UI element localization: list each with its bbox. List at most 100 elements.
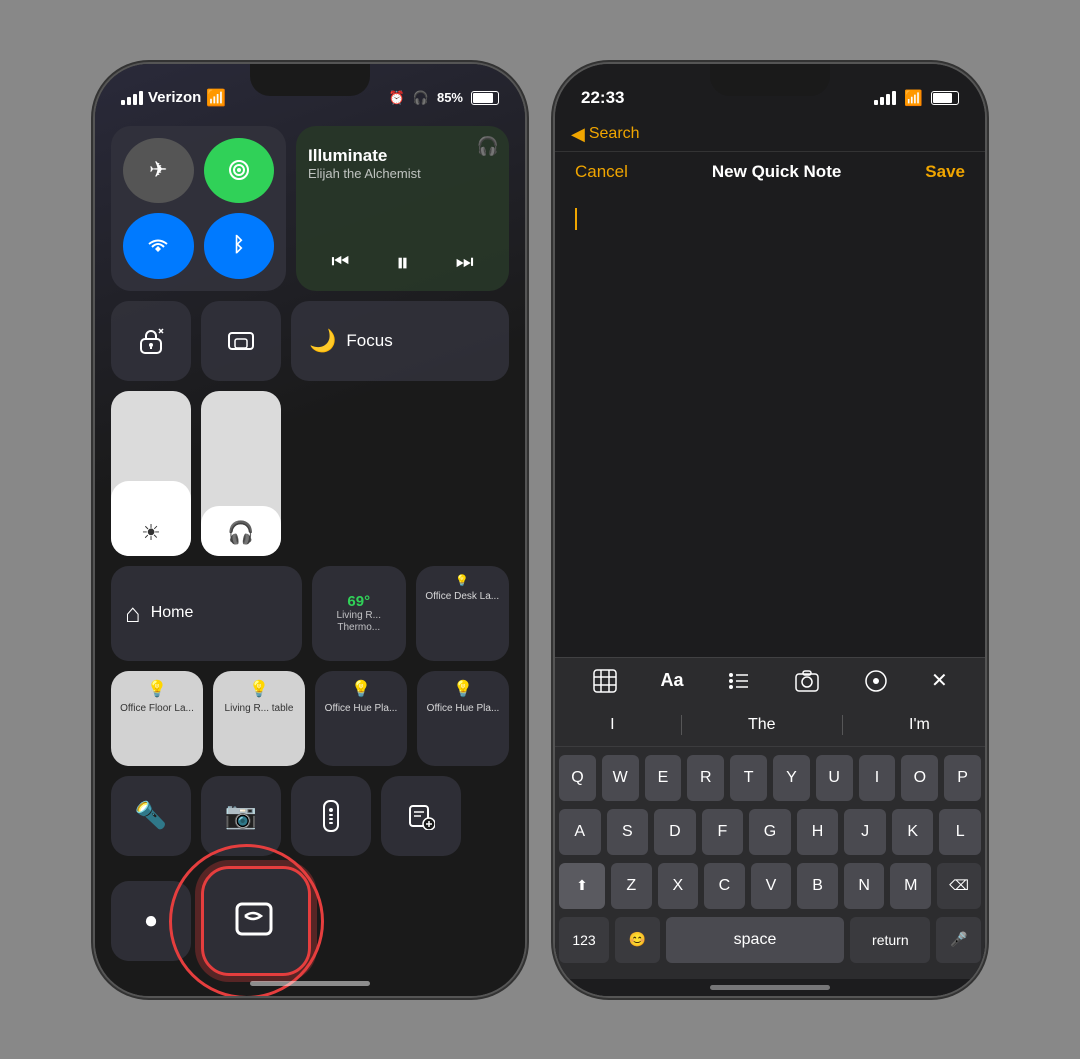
playback-controls: ⏮ ⏸ ⏭ bbox=[308, 247, 497, 279]
carrier-label: Verizon bbox=[148, 89, 201, 106]
bulb-icon-4: 💡 bbox=[453, 679, 473, 699]
key-x[interactable]: X bbox=[658, 863, 699, 909]
key-p[interactable]: P bbox=[944, 755, 981, 801]
key-n[interactable]: N bbox=[844, 863, 885, 909]
remote-button[interactable] bbox=[291, 776, 371, 856]
battery-icon bbox=[471, 91, 499, 105]
delete-key[interactable]: ⌫ bbox=[937, 863, 981, 909]
bluetooth-button[interactable]: ᛒ bbox=[204, 213, 275, 279]
cellular-icon bbox=[227, 158, 251, 182]
signal-icon-2 bbox=[874, 91, 896, 105]
camera-button[interactable]: 📷 bbox=[201, 776, 281, 856]
row-home-tiles: ⌂ Home 69° Living R... Thermo... 💡 Offic… bbox=[111, 566, 509, 661]
key-l[interactable]: L bbox=[939, 809, 981, 855]
next-button[interactable]: ⏭ bbox=[456, 251, 474, 274]
return-key[interactable]: return bbox=[850, 917, 930, 963]
row-lock-mirror-focus: 🌙 Focus bbox=[111, 301, 509, 381]
key-a[interactable]: A bbox=[559, 809, 601, 855]
notes-button[interactable] bbox=[381, 776, 461, 856]
play-pause-button[interactable]: ⏸ bbox=[396, 247, 409, 279]
camera-icon bbox=[794, 668, 820, 694]
wifi-button[interactable] bbox=[123, 213, 194, 279]
key-q[interactable]: Q bbox=[559, 755, 596, 801]
living-room-table-tile[interactable]: 💡 Living R... table bbox=[213, 671, 305, 766]
key-g[interactable]: G bbox=[749, 809, 791, 855]
suggestion-i[interactable]: I bbox=[598, 712, 626, 738]
key-e[interactable]: E bbox=[645, 755, 682, 801]
space-key[interactable]: space bbox=[666, 917, 845, 963]
key-u[interactable]: U bbox=[816, 755, 853, 801]
quick-note-button[interactable] bbox=[201, 866, 311, 976]
table-format-button[interactable] bbox=[592, 668, 618, 694]
screen-record-button[interactable]: ⏺ bbox=[111, 881, 191, 961]
notch-1 bbox=[250, 64, 370, 96]
track-info: Illuminate Elijah the Alchemist bbox=[308, 138, 497, 181]
cellular-button[interactable] bbox=[204, 138, 275, 204]
key-b[interactable]: B bbox=[797, 863, 838, 909]
now-playing-widget[interactable]: 🎧 Illuminate Elijah the Alchemist ⏮ ⏸ ⏭ bbox=[296, 126, 509, 291]
home-indicator-area bbox=[555, 979, 985, 996]
key-d[interactable]: D bbox=[654, 809, 696, 855]
screen-mirror-button[interactable] bbox=[201, 301, 281, 381]
cancel-button[interactable]: Cancel bbox=[575, 162, 628, 182]
suggestion-im[interactable]: I'm bbox=[897, 712, 942, 738]
key-r[interactable]: R bbox=[687, 755, 724, 801]
prev-button[interactable]: ⏮ bbox=[331, 251, 349, 274]
key-j[interactable]: J bbox=[844, 809, 886, 855]
wifi-icon: 📶 bbox=[206, 88, 226, 108]
key-s[interactable]: S bbox=[607, 809, 649, 855]
living-room-table-label: Living R... table bbox=[225, 703, 294, 715]
focus-button[interactable]: 🌙 Focus bbox=[291, 301, 509, 381]
key-y[interactable]: Y bbox=[773, 755, 810, 801]
home-icon: ⌂ bbox=[125, 598, 141, 629]
office-floor-tile[interactable]: 💡 Office Floor La... bbox=[111, 671, 203, 766]
markup-format-button[interactable] bbox=[863, 668, 889, 694]
thermostat-tile[interactable]: 69° Living R... Thermo... bbox=[312, 566, 406, 661]
shift-key[interactable]: ⬆ bbox=[559, 863, 605, 909]
alarm-icon: ⏰ bbox=[389, 90, 405, 106]
number-key[interactable]: 123 bbox=[559, 917, 609, 963]
note-content-area[interactable] bbox=[555, 192, 985, 657]
keyboard: Q W E R T Y U I O P A S D bbox=[555, 747, 985, 979]
back-button[interactable]: ◀ Search bbox=[571, 124, 640, 145]
camera-format-button[interactable] bbox=[794, 668, 820, 694]
suggestion-the[interactable]: The bbox=[736, 712, 788, 738]
office-desk-tile[interactable]: 💡 Office Desk La... bbox=[416, 566, 510, 661]
close-format-button[interactable]: ✕ bbox=[931, 668, 948, 693]
battery-icon-2 bbox=[931, 91, 959, 105]
brightness-slider[interactable]: ☀ bbox=[111, 391, 191, 556]
key-i[interactable]: I bbox=[859, 755, 896, 801]
screen-lock-icon bbox=[137, 327, 165, 355]
key-m[interactable]: M bbox=[890, 863, 931, 909]
airplane-mode-button[interactable]: ✈ bbox=[123, 138, 194, 204]
key-o[interactable]: O bbox=[901, 755, 938, 801]
keyboard-row-4: 123 😊 space return 🎤 bbox=[559, 917, 981, 963]
key-z[interactable]: Z bbox=[611, 863, 652, 909]
note-title: New Quick Note bbox=[712, 162, 841, 182]
dictate-key[interactable]: 🎤 bbox=[936, 917, 981, 963]
office-hue1-tile[interactable]: 💡 Office Hue Pla... bbox=[315, 671, 407, 766]
volume-slider[interactable]: 🎧 bbox=[201, 391, 281, 556]
key-f[interactable]: F bbox=[702, 809, 744, 855]
list-icon bbox=[726, 668, 752, 694]
office-desk-label: Office Desk La... bbox=[425, 591, 499, 603]
qn-right-icons: 📶 bbox=[874, 89, 959, 107]
screen-lock-button[interactable] bbox=[111, 301, 191, 381]
key-c[interactable]: C bbox=[704, 863, 745, 909]
key-k[interactable]: K bbox=[892, 809, 934, 855]
row-network-nowplaying: ✈ bbox=[111, 126, 509, 291]
save-button[interactable]: Save bbox=[925, 162, 965, 182]
key-w[interactable]: W bbox=[602, 755, 639, 801]
list-format-button[interactable] bbox=[726, 668, 752, 694]
office-hue2-tile[interactable]: 💡 Office Hue Pla... bbox=[417, 671, 509, 766]
text-format-button[interactable]: Aa bbox=[661, 670, 684, 691]
carrier-info: Verizon 📶 bbox=[121, 88, 226, 108]
home-button[interactable]: ⌂ Home bbox=[111, 566, 302, 661]
key-h[interactable]: H bbox=[797, 809, 839, 855]
key-t[interactable]: T bbox=[730, 755, 767, 801]
row-sliders: ☀ 🎧 bbox=[111, 391, 509, 556]
flashlight-button[interactable]: 🔦 bbox=[111, 776, 191, 856]
emoji-key[interactable]: 😊 bbox=[615, 917, 660, 963]
key-v[interactable]: V bbox=[751, 863, 792, 909]
thermostat-label: Living R... Thermo... bbox=[318, 610, 400, 634]
